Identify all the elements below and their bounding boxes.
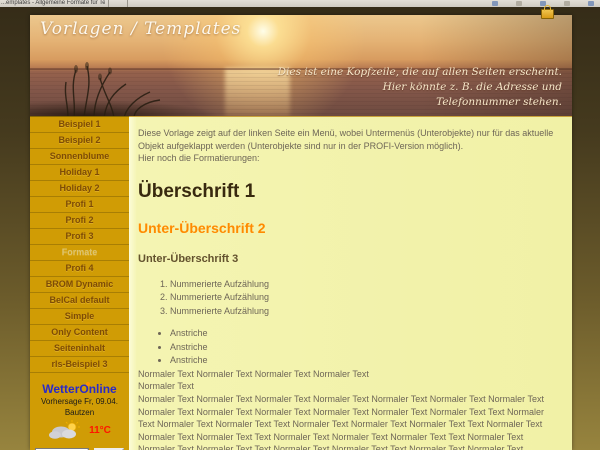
bullet-list: AnstricheAnstricheAnstriche (138, 327, 562, 368)
tab-separator (108, 0, 109, 7)
toolbar-icon[interactable] (564, 1, 570, 6)
heading-1: Überschrift 1 (138, 181, 562, 203)
sidebar-item-belcal-default[interactable]: BelCal default (30, 293, 129, 309)
browser-tab-title[interactable]: ...emplates - Allgemeine Formate für Tex… (0, 0, 105, 7)
intro-paragraph: Diese Vorlage zeigt auf der linken Seite… (138, 127, 562, 152)
sidebar-item-simple[interactable]: Simple (30, 309, 129, 325)
brand-text: Wetter (42, 382, 79, 396)
numbered-list-item: Nummerierte Aufzählung (170, 291, 562, 305)
numbered-list: Nummerierte AufzählungNummerierte Aufzäh… (138, 278, 562, 319)
normal-text-short: Normaler Text Normaler Text Normaler Tex… (138, 368, 562, 393)
sidebar-item-holiday-1[interactable]: Holiday 1 (30, 165, 129, 181)
bullet-list-item: Anstriche (170, 354, 562, 368)
sidebar-item-beispiel-2[interactable]: Beispiel 2 (30, 133, 129, 149)
normal-text-long: Normaler Text Normaler Text Normaler Tex… (138, 393, 562, 450)
heading-3: Unter-Überschrift 3 (138, 253, 562, 265)
sidebar-item-rls-beispiel-3[interactable]: rls-Beispiel 3 (30, 357, 129, 373)
sidebar-item-profi-2[interactable]: Profi 2 (30, 213, 129, 229)
site-title: Vorlagen / Templates (40, 19, 241, 39)
sidebar-menu: Beispiel 1Beispiel 2SonnenblumeHoliday 1… (30, 117, 129, 373)
forecast-city: Bautzen (30, 407, 129, 418)
brand-o-sun-icon: O (79, 382, 88, 396)
temperature: 11°C (89, 425, 111, 436)
tab-separator (127, 0, 128, 7)
grass-icon (60, 60, 210, 116)
sidebar-item-profi-3[interactable]: Profi 3 (30, 229, 129, 245)
sidebar-item-sonnenblume[interactable]: Sonnenblume (30, 149, 129, 165)
sidebar-item-formate[interactable]: Formate (30, 245, 129, 261)
tagline-line: Hier könnte z. B. die Adresse und (278, 80, 562, 95)
content-area: Diese Vorlage zeigt auf der linken Seite… (129, 116, 572, 450)
wetteronline-logo[interactable]: WetterOnline (30, 383, 129, 396)
numbered-list-item: Nummerierte Aufzählung (170, 305, 562, 319)
sidebar-item-holiday-2[interactable]: Holiday 2 (30, 181, 129, 197)
tagline-line: Dies ist eine Kopfzeile, die auf allen S… (278, 65, 562, 80)
site-container: Vorlagen / Templates Dies ist eine Kopfz… (30, 15, 572, 450)
weather-widget: WetterOnline Vorhersage Fr, 09.04. Bautz… (30, 383, 129, 450)
browser-bar: ...emplates - Allgemeine Formate für Tex… (0, 0, 600, 7)
brand-text: nline (89, 382, 117, 396)
formats-intro: Hier noch die Formatierungen: (138, 152, 562, 165)
forecast-date: Vorhersage Fr, 09.04. (30, 396, 129, 407)
sun-behind-cloud-icon (48, 420, 82, 440)
bullet-list-item: Anstriche (170, 327, 562, 341)
sidebar-item-profi-4[interactable]: Profi 4 (30, 261, 129, 277)
sidebar-item-beispiel-1[interactable]: Beispiel 1 (30, 117, 129, 133)
tagline-line: Telefonnummer stehen. (278, 95, 562, 110)
sidebar: Beispiel 1Beispiel 2SonnenblumeHoliday 1… (30, 116, 129, 450)
main-row: Beispiel 1Beispiel 2SonnenblumeHoliday 1… (30, 116, 572, 450)
toolbar-icon[interactable] (492, 1, 498, 6)
lock-icon[interactable] (541, 9, 554, 19)
sidebar-item-profi-1[interactable]: Profi 1 (30, 197, 129, 213)
bullet-list-item: Anstriche (170, 341, 562, 355)
sidebar-item-only-content[interactable]: Only Content (30, 325, 129, 341)
header-image: Vorlagen / Templates Dies ist eine Kopfz… (30, 15, 572, 116)
sidebar-item-seiteninhalt[interactable]: Seiteninhalt (30, 341, 129, 357)
header-tagline: Dies ist eine Kopfzeile, die auf allen S… (278, 65, 562, 111)
heading-2: Unter-Überschrift 2 (138, 220, 562, 236)
sidebar-item-brom-dynamic[interactable]: BROM Dynamic (30, 277, 129, 293)
toolbar-icon[interactable] (516, 1, 522, 6)
toolbar-icon[interactable] (588, 1, 594, 6)
numbered-list-item: Nummerierte Aufzählung (170, 278, 562, 292)
